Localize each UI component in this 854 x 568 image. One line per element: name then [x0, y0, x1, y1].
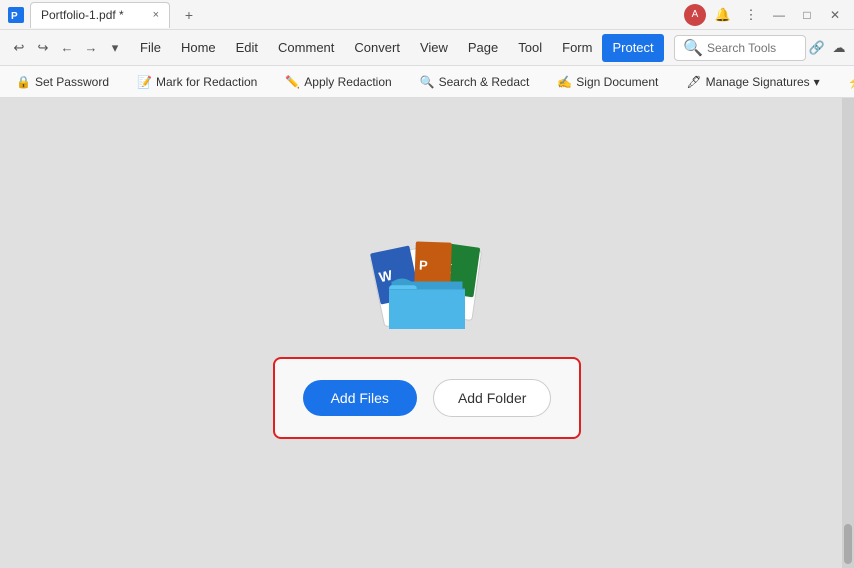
- title-bar-left: P Portfolio-1.pdf * × +: [8, 2, 202, 28]
- share-icon[interactable]: 🔗: [806, 37, 828, 59]
- new-tab-button[interactable]: +: [176, 2, 202, 28]
- forward-icon[interactable]: →: [80, 37, 102, 59]
- menu-file[interactable]: File: [130, 34, 171, 62]
- signatures-icon: 🖋: [686, 75, 701, 89]
- scrollbar-thumb[interactable]: [844, 524, 852, 564]
- menu-home[interactable]: Home: [171, 34, 226, 62]
- buttons-panel: Add Files Add Folder: [273, 357, 582, 439]
- menu-form[interactable]: Form: [552, 34, 602, 62]
- chevron-down-icon: ▾: [814, 75, 820, 89]
- undo-icon[interactable]: ↩: [8, 37, 30, 59]
- menu-protect[interactable]: Protect: [602, 34, 663, 62]
- cloud-icon[interactable]: ☁: [828, 37, 850, 59]
- tab[interactable]: Portfolio-1.pdf * ×: [30, 2, 170, 28]
- avatar: A: [684, 4, 706, 26]
- menu-tool[interactable]: Tool: [508, 34, 552, 62]
- set-password-label: Set Password: [35, 75, 109, 89]
- minimize-button[interactable]: —: [768, 4, 790, 26]
- search-icon: 🔍: [683, 38, 703, 58]
- electronic-icon: ⚡: [848, 75, 854, 89]
- sign-document-button[interactable]: ✍ Sign Document: [549, 72, 666, 92]
- menu-view[interactable]: View: [410, 34, 458, 62]
- search-redact-button[interactable]: 🔍 Search & Redact: [412, 72, 538, 92]
- mark-redaction-icon: 📝: [137, 75, 152, 89]
- close-button[interactable]: ✕: [824, 4, 846, 26]
- title-bar-right: A 🔔 ⋮ — □ ✕: [684, 4, 846, 26]
- apply-redaction-button[interactable]: ✏️ Apply Redaction: [277, 72, 399, 92]
- notifications-icon[interactable]: 🔔: [712, 4, 734, 26]
- sign-label: Sign Document: [576, 75, 658, 89]
- menu-convert[interactable]: Convert: [344, 34, 410, 62]
- maximize-button[interactable]: □: [796, 4, 818, 26]
- menu-comment[interactable]: Comment: [268, 34, 344, 62]
- sign-icon: ✍: [557, 75, 572, 89]
- add-folder-button[interactable]: Add Folder: [433, 379, 551, 417]
- apply-icon: ✏️: [285, 75, 300, 89]
- content-area: W X P Add Files Add Folder: [0, 98, 854, 568]
- app-icon: P: [8, 7, 24, 23]
- mark-for-redaction-button[interactable]: 📝 Mark for Redaction: [129, 72, 265, 92]
- manage-signatures-button[interactable]: 🖋 Manage Signatures ▾: [678, 72, 827, 92]
- apply-redaction-label: Apply Redaction: [304, 75, 391, 89]
- menu-edit[interactable]: Edit: [226, 34, 268, 62]
- menu-bar: ↩ ↪ ← → ▾ File Home Edit Comment Convert…: [0, 30, 854, 66]
- tab-label: Portfolio-1.pdf *: [41, 8, 124, 22]
- electronic-button[interactable]: ⚡ Electro ▸: [840, 72, 854, 92]
- dropdown-icon[interactable]: ▾: [104, 37, 126, 59]
- tab-close-button[interactable]: ×: [153, 9, 159, 21]
- svg-text:P: P: [11, 11, 18, 22]
- lock-icon: 🔒: [16, 75, 31, 89]
- drop-zone: W X P Add Files Add Folder: [273, 227, 582, 439]
- folder-illustration: W X P: [347, 227, 507, 337]
- search-input[interactable]: [707, 41, 797, 55]
- back-icon[interactable]: ←: [56, 37, 78, 59]
- undo-redo-icons: ↩ ↪ ← → ▾: [4, 37, 130, 59]
- set-password-button[interactable]: 🔒 Set Password: [8, 72, 117, 92]
- manage-signatures-label: Manage Signatures: [706, 75, 810, 89]
- protect-toolbar: 🔒 Set Password 📝 Mark for Redaction ✏️ A…: [0, 66, 854, 98]
- redo-icon[interactable]: ↪: [32, 37, 54, 59]
- search-tools[interactable]: 🔍: [674, 35, 806, 61]
- search-redact-label: Search & Redact: [439, 75, 530, 89]
- search-redact-icon: 🔍: [420, 75, 435, 89]
- svg-text:P: P: [419, 258, 429, 273]
- more-options-icon[interactable]: ⋮: [740, 4, 762, 26]
- add-files-button[interactable]: Add Files: [303, 380, 417, 416]
- title-bar: P Portfolio-1.pdf * × + A 🔔 ⋮ — □ ✕: [0, 0, 854, 30]
- mark-redaction-label: Mark for Redaction: [156, 75, 257, 89]
- menu-page[interactable]: Page: [458, 34, 508, 62]
- scrollbar[interactable]: [842, 98, 854, 568]
